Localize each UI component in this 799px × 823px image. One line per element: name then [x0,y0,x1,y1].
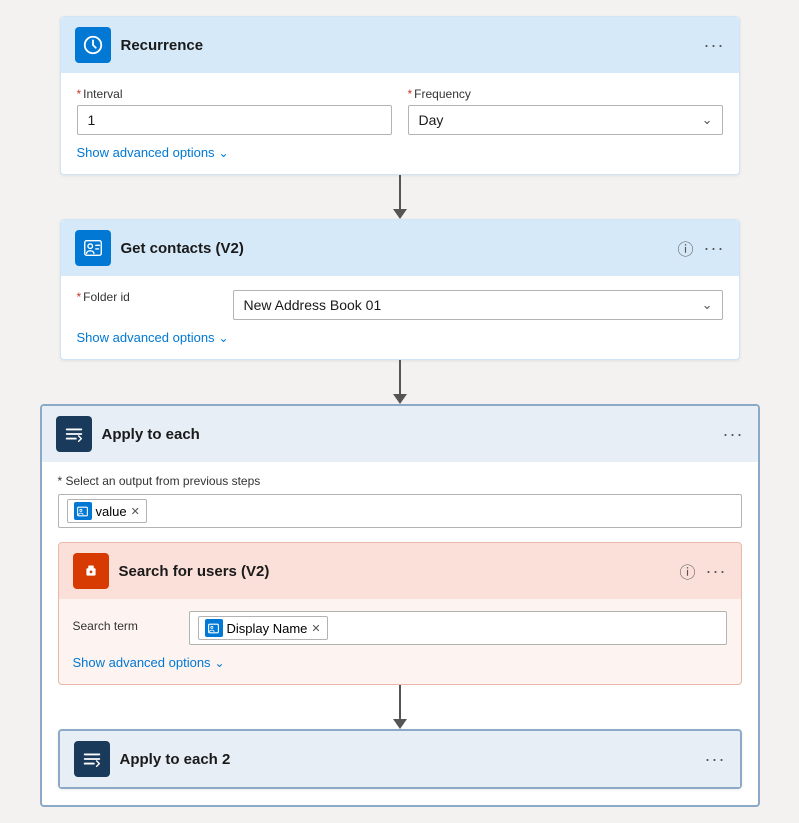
frequency-select[interactable]: Day Minute Hour Week Month [408,105,723,135]
arrow-connector-3 [58,685,742,729]
recurrence-fields: *Interval *Frequency Day Minute Hour Wee… [77,87,723,135]
search-users-more-button[interactable]: ··· [706,561,727,582]
folder-group: *Folder id [77,290,217,320]
search-users-advanced-chevron-icon: ⌄ [215,656,225,670]
display-name-tag-label: Display Name [227,621,308,636]
get-contacts-show-advanced[interactable]: Show advanced options ⌄ [77,330,723,345]
display-name-tag-close[interactable]: ✕ [311,622,320,635]
arrow-line-2 [399,360,401,394]
search-users-show-advanced[interactable]: Show advanced options ⌄ [73,655,727,670]
apply-each-2-title: Apply to each 2 [120,751,695,768]
folder-select-wrap: New Address Book 01 ⌄ [233,290,723,320]
get-contacts-show-advanced-label: Show advanced options [77,330,215,345]
value-tag-label: value [96,504,127,519]
interval-required: * [77,87,82,101]
arrow-head-3 [393,719,407,729]
apply-each-more-button[interactable]: ··· [723,424,744,445]
get-contacts-more-button[interactable]: ··· [704,238,725,259]
arrow-connector-2 [393,360,407,404]
recurrence-header: Recurrence ··· [61,17,739,73]
recurrence-more-button[interactable]: ··· [704,35,725,56]
output-tag-input[interactable]: value ✕ [58,494,742,528]
search-users-show-advanced-label: Show advanced options [73,655,211,670]
output-label: * Select an output from previous steps [58,474,742,488]
apply-each-header: Apply to each ··· [42,406,758,462]
recurrence-header-actions: ··· [704,35,725,56]
display-name-tag: Display Name ✕ [198,616,328,640]
interval-group: *Interval [77,87,392,135]
contacts-icon [75,230,111,266]
search-users-icon [73,553,109,589]
recurrence-card: Recurrence ··· *Interval *Frequency [60,16,740,175]
search-users-header: Search for users (V2) ⓘ ··· [59,543,741,599]
arrow-line-3 [399,685,401,719]
get-contacts-header-actions: ⓘ ··· [678,236,725,260]
search-term-label: Search term [73,619,138,633]
apply-each-2-more-button[interactable]: ··· [705,749,726,770]
get-contacts-advanced-chevron-icon: ⌄ [219,331,229,345]
apply-each-card: Apply to each ··· * Select an output fro… [40,404,760,807]
arrow-connector-1 [393,175,407,219]
get-contacts-title: Get contacts (V2) [121,240,668,257]
apply-each-body: * Select an output from previous steps v… [42,462,758,805]
value-tag-icon [74,502,92,520]
recurrence-body: *Interval *Frequency Day Minute Hour Wee… [61,73,739,174]
get-contacts-body: *Folder id New Address Book 01 ⌄ Show ad… [61,276,739,359]
arrow-head-1 [393,209,407,219]
apply-each-header-actions: ··· [723,424,744,445]
interval-input[interactable] [77,105,392,135]
get-contacts-card: Get contacts (V2) ⓘ ··· *Folder id New A… [60,219,740,360]
apply-each-2-header: Apply to each 2 ··· [60,731,740,787]
frequency-required: * [408,87,413,101]
get-contacts-header: Get contacts (V2) ⓘ ··· [61,220,739,276]
folder-required: * [77,290,82,304]
search-term-label-wrap: Search term [73,611,173,645]
search-users-card: Search for users (V2) ⓘ ··· Search term [58,542,742,685]
search-users-header-actions: ⓘ ··· [680,559,727,583]
apply-icon-2 [74,741,110,777]
search-users-title: Search for users (V2) [119,563,670,580]
arrow-line-1 [399,175,401,209]
get-contacts-help-icon[interactable]: ⓘ [678,236,694,260]
recurrence-advanced-chevron-icon: ⌄ [219,146,229,160]
recurrence-show-advanced-label: Show advanced options [77,145,215,160]
interval-label: *Interval [77,87,392,101]
value-tag-close[interactable]: ✕ [131,505,140,518]
clock-icon [75,27,111,63]
display-name-tag-icon [205,619,223,637]
recurrence-title: Recurrence [121,37,694,54]
apply-each-title: Apply to each [102,426,713,443]
frequency-label: *Frequency [408,87,723,101]
search-users-help-icon[interactable]: ⓘ [680,559,696,583]
apply-each-2-card: Apply to each 2 ··· [58,729,742,789]
arrow-head-2 [393,394,407,404]
search-term-row: Search term [73,611,727,645]
search-users-body: Search term [59,599,741,684]
search-term-input[interactable]: Display Name ✕ [189,611,727,645]
folder-field-row: *Folder id New Address Book 01 ⌄ [77,290,723,320]
frequency-select-wrap: Day Minute Hour Week Month ⌄ [408,105,723,135]
apply-icon [56,416,92,452]
frequency-group: *Frequency Day Minute Hour Week Month ⌄ [408,87,723,135]
folder-select[interactable]: New Address Book 01 [233,290,723,320]
folder-label: *Folder id [77,290,217,304]
recurrence-show-advanced[interactable]: Show advanced options ⌄ [77,145,723,160]
apply-each-2-header-actions: ··· [705,749,726,770]
value-tag: value ✕ [67,499,147,523]
